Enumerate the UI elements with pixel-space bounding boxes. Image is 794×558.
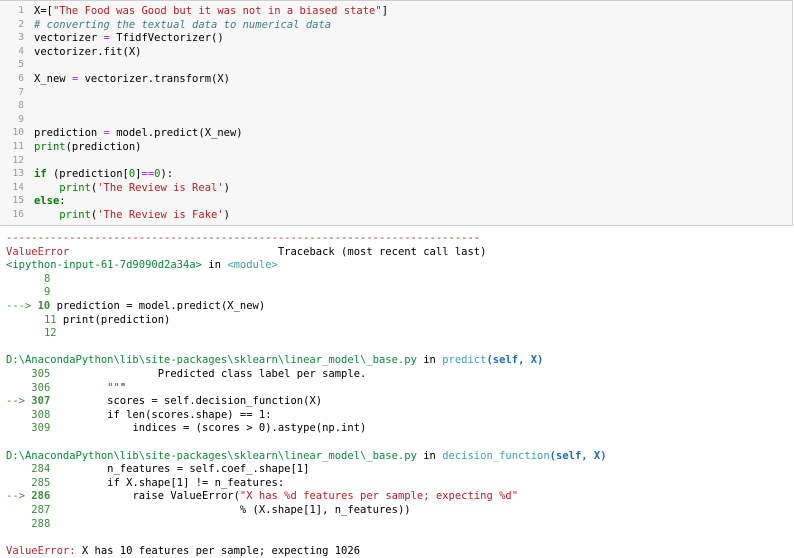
traceback-line: 287 % (X.shape[1], n_features)) [31, 504, 411, 516]
traceback-line: --> 286 raise ValueError("X has %d featu… [6, 490, 519, 503]
line-number: 11 [12, 141, 24, 152]
traceback-line: 285 if X.shape[1] != n_features: [31, 476, 285, 489]
line-number: 16 [12, 209, 24, 220]
code-line: X=["The Food was Good but it was not in … [34, 5, 389, 17]
line-number: 5 [18, 59, 24, 71]
code-line: vectorizer = TfidfVectorizer() [34, 32, 224, 45]
line-number: 12 [12, 154, 24, 166]
line-number: 8 [18, 100, 24, 112]
code-line: X_new = vectorizer.transform(X) [34, 73, 230, 85]
line-number: 2 [18, 18, 24, 30]
code-input-cell[interactable]: 1 X=["The Food was Good but it was not in… [0, 0, 793, 226]
line-number: 9 [18, 113, 24, 125]
traceback-line: 12 [43, 327, 57, 340]
line-number: 6 [18, 73, 24, 84]
line-number: 3 [18, 32, 24, 44]
error-message: ValueError: X has 10 features per sample… [6, 544, 361, 557]
line-number: 10 [12, 127, 24, 139]
code-line: vectorizer.fit(X) [34, 45, 142, 58]
code-line: else: [34, 195, 66, 208]
line-number: 13 [12, 168, 24, 180]
code-line: # converting the textual data to numeric… [34, 18, 332, 31]
traceback-frame-location: <ipython-input-61-7d9090d2a34a> in <modu… [6, 259, 278, 272]
code-line: if (prediction[0]==0): [34, 168, 174, 181]
traceback-line: 308 if len(scores.shape) == 1: [31, 408, 272, 421]
traceback-line: --> 307 scores = self.decision_function(… [6, 395, 323, 408]
traceback-line: 306 """ [31, 381, 127, 394]
code-line: print(prediction) [34, 141, 142, 153]
traceback-line: 305 Predicted class label per sample. [31, 368, 367, 380]
traceback-frame-location: D:\AnacondaPython\lib\site-packages\skle… [6, 449, 607, 462]
traceback-separator: ----------------------------------------… [6, 232, 481, 244]
traceback-header: ValueError Traceback (most recent call l… [6, 245, 487, 258]
line-number: 14 [12, 181, 24, 193]
traceback-line: 309 indices = (scores > 0).astype(np.int… [31, 422, 367, 435]
traceback-line: 11 print(prediction) [43, 313, 171, 326]
code-line: prediction = model.predict(X_new) [34, 127, 243, 140]
traceback-line: ---> 10 prediction = model.predict(X_new… [6, 300, 266, 312]
traceback-frame-location: D:\AnacondaPython\lib\site-packages\skle… [6, 354, 544, 367]
code-line: print('The Review is Real') [59, 181, 230, 194]
line-number: 1 [18, 5, 24, 16]
traceback-line: 8 [43, 272, 51, 285]
traceback-line: 288 [31, 517, 51, 530]
line-number: 15 [12, 195, 24, 207]
line-number: 4 [18, 45, 24, 57]
code-line: print('The Review is Fake') [59, 209, 230, 221]
traceback-line: 9 [43, 286, 51, 299]
traceback-line: 284 n_features = self.coef_.shape[1] [31, 463, 310, 476]
line-number: 7 [18, 86, 24, 98]
